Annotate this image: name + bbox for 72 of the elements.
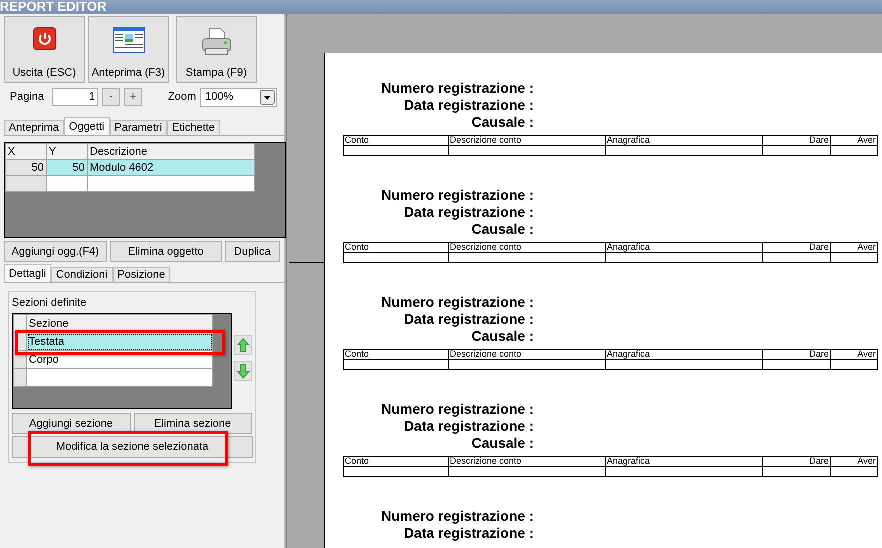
table-cell: Modulo 4602 (88, 160, 254, 176)
table-row[interactable]: 50 50 Modulo 4602 (6, 160, 254, 176)
field-label: Data registrazione : (404, 418, 534, 434)
toolbar-button[interactable]: Stampa (F9) (176, 16, 257, 83)
report-column-header: Conto (344, 456, 448, 466)
report-column-header: Aver (830, 242, 878, 252)
move-up-button[interactable] (234, 335, 252, 355)
field-label: Causale : (472, 114, 534, 130)
tab[interactable]: Etichette (167, 120, 220, 135)
report-column-header: Conto (344, 350, 448, 360)
field-label: Numero registrazione : (382, 294, 534, 310)
report-column-header: Dare (762, 136, 830, 146)
column-header: Y (46, 144, 88, 160)
window-icon (112, 27, 144, 53)
field-label: Numero registrazione : (382, 401, 534, 417)
report-column-header: Aver (830, 136, 878, 146)
plus-button[interactable]: + (124, 88, 142, 106)
down-arrow-icon (236, 364, 250, 378)
table-cell: 50 (6, 160, 46, 176)
up-arrow-icon (236, 338, 250, 352)
report-column-header: Dare (762, 456, 830, 466)
report-column-header: Descrizione conto (448, 350, 606, 360)
window-title: REPORT EDITOR (0, 0, 882, 14)
power-icon (32, 27, 56, 51)
report-column-header: Conto (344, 136, 448, 146)
report-column-header: Aver (830, 350, 878, 360)
action-button[interactable]: Duplica (225, 241, 280, 262)
report-column-header: Anagrafica (606, 136, 762, 146)
field-label: Data registrazione : (404, 311, 534, 327)
field-label: Causale : (472, 328, 534, 344)
page-label: Pagina (10, 91, 44, 103)
column-header: Descrizione (88, 144, 254, 160)
report-column-header: Anagrafica (606, 242, 762, 252)
field-label: Data registrazione : (404, 97, 534, 113)
field-label: Numero registrazione : (382, 508, 534, 524)
report-column-header: Descrizione conto (448, 242, 606, 252)
zoom-label: Zoom (168, 91, 196, 103)
report-column-header: Dare (762, 242, 830, 252)
tab[interactable]: Oggetti (64, 117, 110, 135)
tab[interactable]: Posizione (112, 267, 170, 282)
field-label: Numero registrazione : (382, 80, 534, 96)
field-label: Causale : (472, 435, 534, 451)
field-label: Causale : (472, 221, 534, 237)
zoom-dropdown[interactable]: 100% (200, 88, 278, 106)
tab[interactable]: Parametri (110, 120, 168, 135)
minus-button[interactable]: - (102, 88, 120, 106)
section-row[interactable]: Testata (26, 332, 212, 350)
tab[interactable]: Dettagli (4, 264, 52, 282)
report-column-header: Anagrafica (606, 456, 762, 466)
report-column-header: Anagrafica (606, 350, 762, 360)
edit-section-button[interactable]: Modifica la sezione selezionata (12, 436, 253, 458)
tab[interactable]: Anteprima (4, 120, 64, 135)
section-row[interactable]: Corpo (26, 350, 212, 368)
field-label: Data registrazione : (404, 204, 534, 220)
group-label: Sezioni definite (12, 297, 88, 309)
toolbar-button[interactable]: Uscita (ESC) (4, 16, 85, 83)
move-down-button[interactable] (234, 361, 252, 381)
action-button[interactable]: Elimina oggetto (110, 241, 222, 262)
column-header: X (6, 144, 46, 160)
toolbar-button[interactable]: Anteprima (F3) (88, 16, 169, 83)
field-label: Data registrazione : (404, 525, 534, 541)
report-column-header: Descrizione conto (448, 456, 606, 466)
action-button[interactable]: Aggiungi ogg.(F4) (4, 241, 107, 262)
tab[interactable]: Condizioni (51, 267, 113, 282)
report-column-header: Descrizione conto (448, 136, 606, 146)
table-cell: 50 (46, 160, 88, 176)
page-field[interactable]: 1 (52, 88, 98, 106)
report-column-header: Conto (344, 242, 448, 252)
report-column-header: Dare (762, 350, 830, 360)
report-column-header: Aver (830, 456, 878, 466)
field-label: Numero registrazione : (382, 187, 534, 203)
printer-icon (200, 27, 232, 57)
